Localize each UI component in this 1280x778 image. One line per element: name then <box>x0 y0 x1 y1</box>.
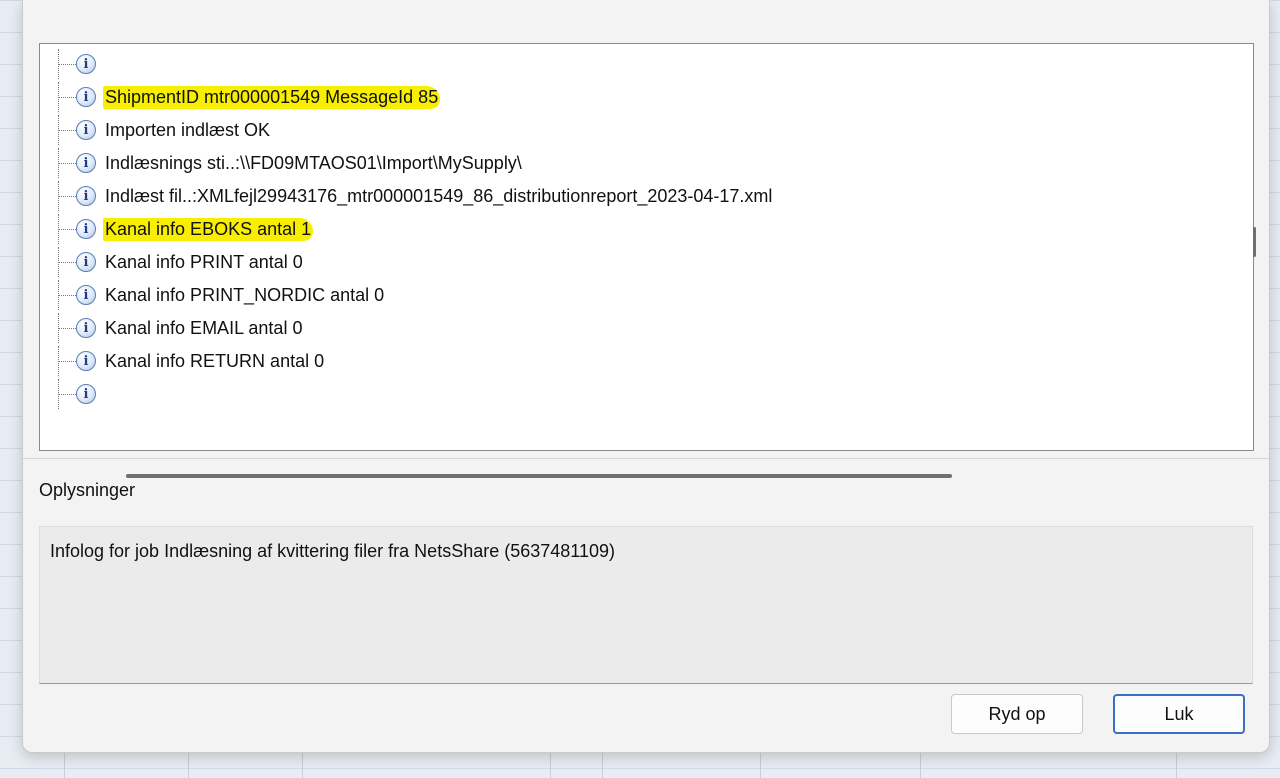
tree-connector <box>54 82 76 112</box>
tree-item[interactable]: i <box>54 49 1218 79</box>
info-icon: i <box>76 318 96 338</box>
close-button[interactable]: Luk <box>1113 694 1245 734</box>
tree-connector <box>54 181 76 211</box>
tree-connector <box>54 214 76 244</box>
clean-up-button[interactable]: Ryd op <box>951 694 1083 734</box>
tree-connector <box>54 148 76 178</box>
tree-connector <box>54 115 76 145</box>
tree-connector <box>54 247 76 277</box>
tree-item[interactable]: i Kanal info RETURN antal 0 <box>54 346 1218 376</box>
info-icon: i <box>76 252 96 272</box>
tree-item-label: Indlæsnings sti..:\\FD09MTAOS01\Import\M… <box>105 152 522 173</box>
info-icon: i <box>76 87 96 107</box>
tree-item-label: Kanal info PRINT antal 0 <box>105 251 303 272</box>
section-divider <box>23 458 1269 459</box>
tree-item-label <box>103 63 107 65</box>
tree-item-label <box>103 393 107 395</box>
tree-item[interactable]: i Kanal info PRINT_NORDIC antal 0 <box>54 280 1218 310</box>
tree-item[interactable]: i Indlæst fil..:XMLfejl29943176_mtr000001… <box>54 181 1218 211</box>
tree-item[interactable]: i Importen indlæst OK <box>54 115 1218 145</box>
log-tree[interactable]: i i ShipmentID mtr000001549 MessageId 85 i I… <box>54 46 1218 416</box>
tree-item-label: Kanal info RETURN antal 0 <box>105 350 325 371</box>
info-icon: i <box>76 351 96 371</box>
tree-item[interactable]: i Kanal info EMAIL antal 0 <box>54 313 1218 343</box>
vertical-scrollbar-thumb[interactable] <box>1253 227 1256 257</box>
info-icon: i <box>76 285 96 305</box>
tree-item-label: Kanal info EBOKS antal 1 <box>103 217 314 241</box>
tree-connector <box>54 313 76 343</box>
tree-item[interactable]: i <box>54 379 1218 409</box>
tree-item-label: Kanal info PRINT_NORDIC antal 0 <box>105 284 385 305</box>
tree-connector <box>54 49 76 79</box>
tree-item[interactable]: i ShipmentID mtr000001549 MessageId 85 <box>54 82 1218 112</box>
info-icon: i <box>76 219 96 239</box>
tree-item-label: Indlæst fil..:XMLfejl29943176_mtr0000015… <box>105 185 773 206</box>
details-section-label: Oplysninger <box>39 480 136 500</box>
horizontal-scrollbar-thumb[interactable] <box>126 474 952 478</box>
info-icon: i <box>76 384 96 404</box>
details-text: Infolog for job Indlæsning af kvittering… <box>50 541 615 561</box>
tree-item-label: Kanal info EMAIL antal 0 <box>105 317 303 338</box>
info-icon: i <box>76 54 96 74</box>
details-box: Infolog for job Indlæsning af kvittering… <box>39 526 1253 684</box>
infolog-dialog: i i ShipmentID mtr000001549 MessageId 85 i I… <box>22 0 1270 753</box>
tree-item[interactable]: i Kanal info EBOKS antal 1 <box>54 214 1218 244</box>
tree-connector <box>54 280 76 310</box>
info-icon: i <box>76 153 96 173</box>
tree-item[interactable]: i Kanal info PRINT antal 0 <box>54 247 1218 277</box>
info-icon: i <box>76 186 96 206</box>
tree-connector <box>54 379 76 409</box>
log-tree-panel[interactable]: i i ShipmentID mtr000001549 MessageId 85 i I… <box>39 43 1256 478</box>
tree-item-label: ShipmentID mtr000001549 MessageId 85 <box>103 85 441 109</box>
tree-item-label: Importen indlæst OK <box>105 119 271 140</box>
tree-item[interactable]: i Indlæsnings sti..:\\FD09MTAOS01\Import\… <box>54 148 1218 178</box>
tree-connector <box>54 346 76 376</box>
info-icon: i <box>76 120 96 140</box>
